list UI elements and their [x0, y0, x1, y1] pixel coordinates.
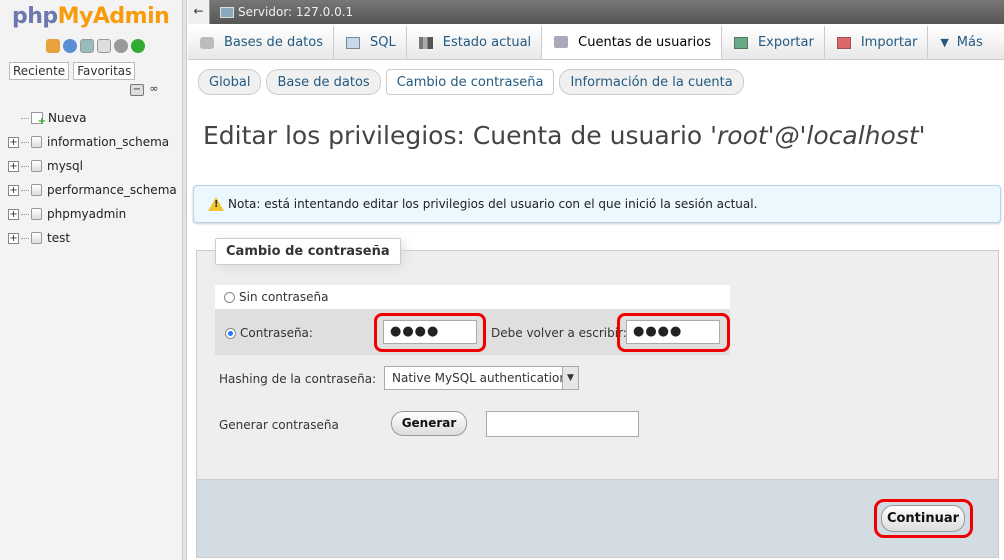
tab-more[interactable]: ▼ Más: [928, 26, 992, 59]
home-icon[interactable]: [46, 39, 60, 53]
chevron-down-icon: ▼: [562, 367, 578, 389]
page-title: Editar los privilegios: Cuenta de usuari…: [203, 121, 926, 150]
expand-icon[interactable]: +: [8, 184, 19, 196]
logo-php: php: [12, 4, 58, 29]
tab-user-accounts[interactable]: Cuentas de usuarios: [542, 26, 722, 59]
retype-password-input[interactable]: ●●●●: [626, 320, 720, 344]
generate-button[interactable]: Generar: [391, 411, 467, 436]
page-title-user: 'root'@'localhost': [710, 121, 926, 150]
tab-label: Cuentas de usuarios: [578, 34, 711, 50]
no-password-label[interactable]: Sin contraseña: [239, 290, 329, 304]
privileges-subtabs: Global Base de datos Cambio de contraseñ…: [198, 69, 744, 95]
warning-icon: [208, 197, 224, 211]
database-icon: [200, 36, 214, 49]
database-icon: [31, 208, 42, 220]
password-input[interactable]: ●●●●: [383, 320, 477, 344]
reload-icon[interactable]: [131, 39, 145, 53]
database-icon: [31, 184, 42, 196]
page-title-prefix: Editar los privilegios: Cuenta de usuari…: [203, 121, 711, 150]
subtab-account-info[interactable]: Información de la cuenta: [559, 69, 744, 95]
tab-label: Importar: [860, 35, 918, 50]
help-icon[interactable]: [63, 39, 77, 53]
notice-text: Nota: está intentando editar los privile…: [228, 197, 758, 211]
chevron-down-icon: ▼: [940, 36, 949, 49]
database-tree: Nueva + information_schema + mysql + per…: [8, 106, 177, 250]
tab-databases[interactable]: Bases de datos: [188, 26, 334, 59]
tab-export[interactable]: Exportar: [722, 26, 825, 59]
docs-icon[interactable]: [80, 39, 94, 53]
no-password-row: Sin contraseña: [215, 285, 730, 309]
tab-favorites[interactable]: Favoritas: [73, 62, 136, 80]
users-icon: [554, 36, 569, 48]
tree-item-database[interactable]: + mysql: [8, 154, 177, 178]
tree-item-database[interactable]: + test: [8, 226, 177, 250]
status-icon: [418, 36, 433, 49]
hashing-select[interactable]: Native MySQL authentication ▼: [384, 366, 579, 390]
logo-admin: Admin: [92, 4, 170, 29]
tab-label: Exportar: [757, 35, 814, 50]
back-button[interactable]: ←: [188, 0, 210, 24]
password-label[interactable]: Contraseña:: [240, 326, 313, 340]
panel-resizer[interactable]: [183, 0, 187, 560]
new-database-icon: [31, 112, 46, 127]
tree-item-label: test: [47, 231, 71, 245]
continue-button[interactable]: Continuar: [881, 505, 965, 532]
tree-item-database[interactable]: + performance_schema: [8, 178, 177, 202]
tab-label: Más: [956, 35, 983, 50]
tab-label: Estado actual: [442, 35, 532, 50]
expand-icon[interactable]: +: [8, 208, 19, 220]
server-title[interactable]: Servidor: 127.0.0.1: [238, 5, 353, 19]
hashing-label: Hashing de la contraseña:: [219, 372, 377, 386]
server-breadcrumb-bar: ← Servidor: 127.0.0.1: [188, 0, 1004, 24]
collapse-all-icon[interactable]: −: [130, 84, 144, 96]
sql-doc-icon[interactable]: [97, 39, 111, 53]
tab-import[interactable]: Importar: [825, 26, 929, 59]
gear-icon[interactable]: [114, 39, 128, 53]
subtab-change-password[interactable]: Cambio de contraseña: [385, 69, 555, 95]
tree-item-label: phpmyadmin: [47, 207, 127, 221]
expand-icon[interactable]: +: [8, 232, 19, 244]
import-icon: [836, 36, 851, 49]
tree-item-label: mysql: [47, 159, 83, 173]
logo-my: My: [57, 4, 94, 29]
tree-item-label: performance_schema: [47, 183, 177, 197]
generated-password-field[interactable]: [486, 411, 639, 437]
expand-icon[interactable]: +: [8, 160, 19, 172]
hashing-selected: Native MySQL authentication: [392, 371, 567, 385]
subtab-global[interactable]: Global: [198, 69, 262, 95]
nav-icon-bar: [46, 39, 145, 53]
tab-status[interactable]: Estado actual: [407, 26, 543, 59]
password-radio[interactable]: [225, 328, 236, 339]
tab-label: SQL: [370, 35, 396, 50]
notice-box: Nota: está intentando editar los privile…: [193, 185, 1001, 223]
server-icon: [220, 6, 234, 18]
sql-icon: [346, 36, 360, 49]
navigation-panel: phpMyAdmin Reciente Favoritas − ∞ Nueva …: [0, 0, 183, 560]
tree-item-new[interactable]: Nueva: [8, 106, 177, 130]
database-icon: [31, 160, 42, 172]
link-icon[interactable]: ∞: [147, 83, 161, 96]
no-password-radio[interactable]: [224, 291, 235, 303]
tree-item-database[interactable]: + information_schema: [8, 130, 177, 154]
tab-label: Bases de datos: [224, 35, 323, 50]
expand-icon[interactable]: +: [8, 136, 19, 148]
database-icon: [31, 232, 42, 244]
tree-controls: − ∞: [130, 83, 161, 96]
tree-item-label: information_schema: [47, 135, 170, 149]
export-icon: [733, 36, 748, 49]
tab-recent[interactable]: Reciente: [9, 62, 70, 80]
retype-label: Debe volver a escribir:: [491, 326, 627, 340]
tab-sql[interactable]: SQL: [334, 26, 407, 59]
recent-favorites-tabs: Reciente Favoritas: [9, 62, 136, 80]
top-menu: Bases de datos SQL Estado actual Cuentas…: [188, 26, 1004, 60]
subtab-database[interactable]: Base de datos: [266, 69, 381, 95]
generate-label: Generar contraseña: [219, 418, 339, 432]
fieldset-legend: Cambio de contraseña: [215, 238, 401, 265]
phpmyadmin-logo[interactable]: phpMyAdmin: [12, 4, 170, 29]
tree-item-label: Nueva: [48, 111, 87, 125]
database-icon: [31, 136, 42, 148]
tree-item-database[interactable]: + phpmyadmin: [8, 202, 177, 226]
